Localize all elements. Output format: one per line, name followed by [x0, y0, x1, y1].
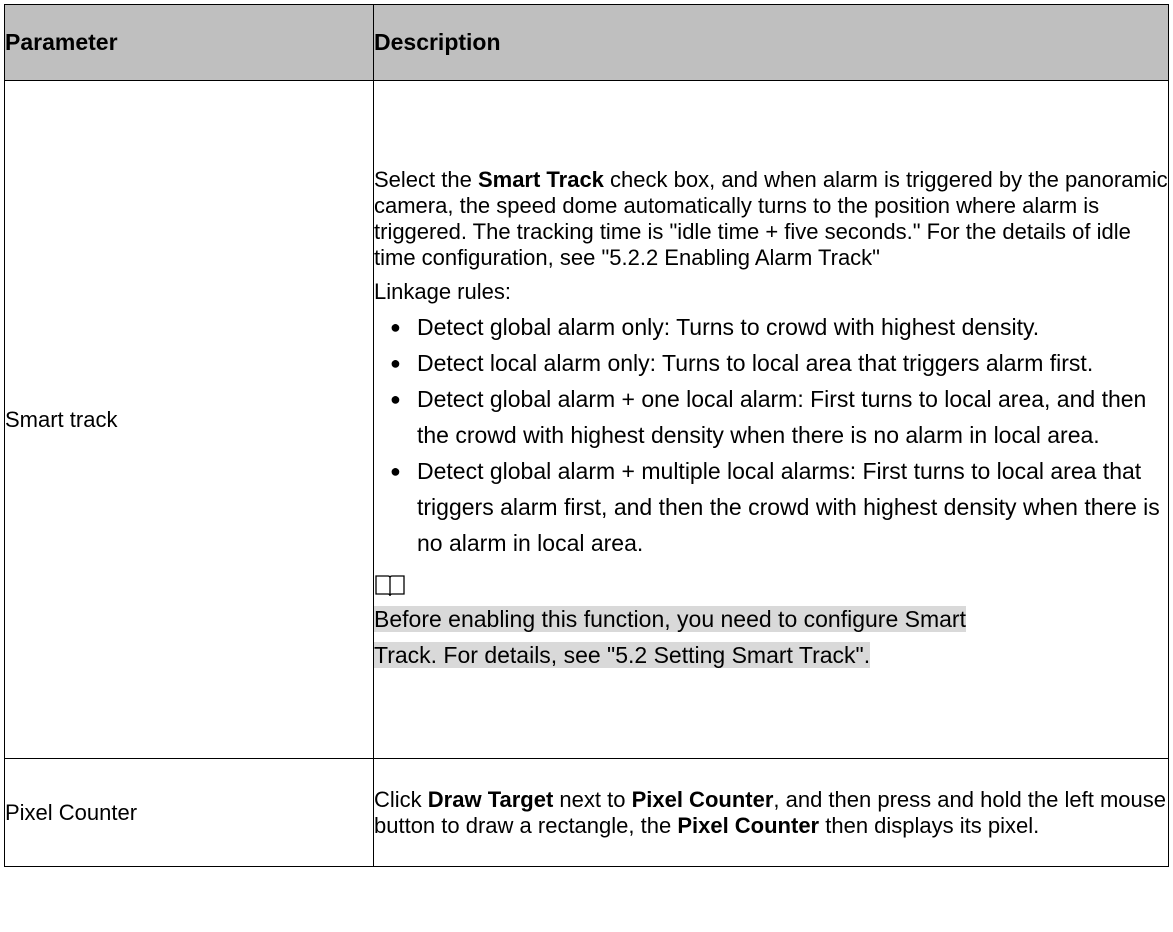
rules-title: Linkage rules:: [374, 278, 511, 304]
header-description: Description: [373, 4, 1169, 81]
table-row: Pixel Counter Click Draw Target next to …: [4, 758, 1169, 867]
rules-list: ● Detect global alarm only: Turns to crow…: [374, 309, 1168, 561]
list-item: ● Detect local alarm only: Turns to local…: [374, 345, 1168, 381]
header-parameter: Parameter: [4, 4, 374, 81]
desc-bold: Draw Target: [427, 786, 554, 812]
table-header-row: Parameter Description: [4, 4, 1169, 81]
note-text: Before enabling this function, you need …: [374, 601, 1168, 673]
note-line-2: Track. For details, see "5.2 Setting Sma…: [374, 641, 871, 668]
bullet-icon: ●: [390, 352, 401, 373]
desc-bold: Pixel Counter: [677, 812, 820, 838]
param-pixel-counter: Pixel Counter: [4, 758, 374, 867]
smart-track-intro: Select the Smart Track check box, and wh…: [374, 167, 1168, 271]
param-smart-track: Smart track: [4, 80, 374, 759]
table-row: Smart track Select the Smart Track check…: [4, 80, 1169, 759]
desc-smart-track: Select the Smart Track check box, and wh…: [373, 80, 1169, 759]
rule-text: Detect local alarm only: Turns to local …: [417, 349, 1094, 376]
desc-text: Click: [374, 786, 428, 812]
rule-text: Detect global alarm + one local alarm: F…: [417, 385, 1147, 448]
desc-text: then displays its pixel.: [819, 812, 1040, 838]
bullet-icon: ●: [390, 460, 401, 481]
list-item: ● Detect global alarm + one local alarm: …: [374, 381, 1168, 453]
list-item: ● Detect global alarm + multiple local al…: [374, 453, 1168, 561]
rule-text: Detect global alarm only: Turns to crowd…: [417, 313, 1040, 340]
desc-text: next to: [553, 786, 632, 812]
intro-bold: Smart Track: [477, 166, 604, 192]
desc-pixel-counter: Click Draw Target next to Pixel Counter,…: [373, 758, 1169, 867]
intro-text: Select the: [374, 166, 478, 192]
note-line-1: Before enabling this function, you need …: [374, 605, 966, 632]
desc-bold: Pixel Counter: [631, 786, 774, 812]
parameter-table: Parameter Description Smart track Select…: [4, 4, 1169, 867]
rule-text: Detect global alarm + multiple local ala…: [417, 457, 1160, 556]
list-item: ● Detect global alarm only: Turns to crow…: [374, 309, 1168, 345]
book-icon: [375, 574, 405, 596]
bullet-icon: ●: [390, 388, 401, 409]
bullet-icon: ●: [390, 316, 401, 337]
